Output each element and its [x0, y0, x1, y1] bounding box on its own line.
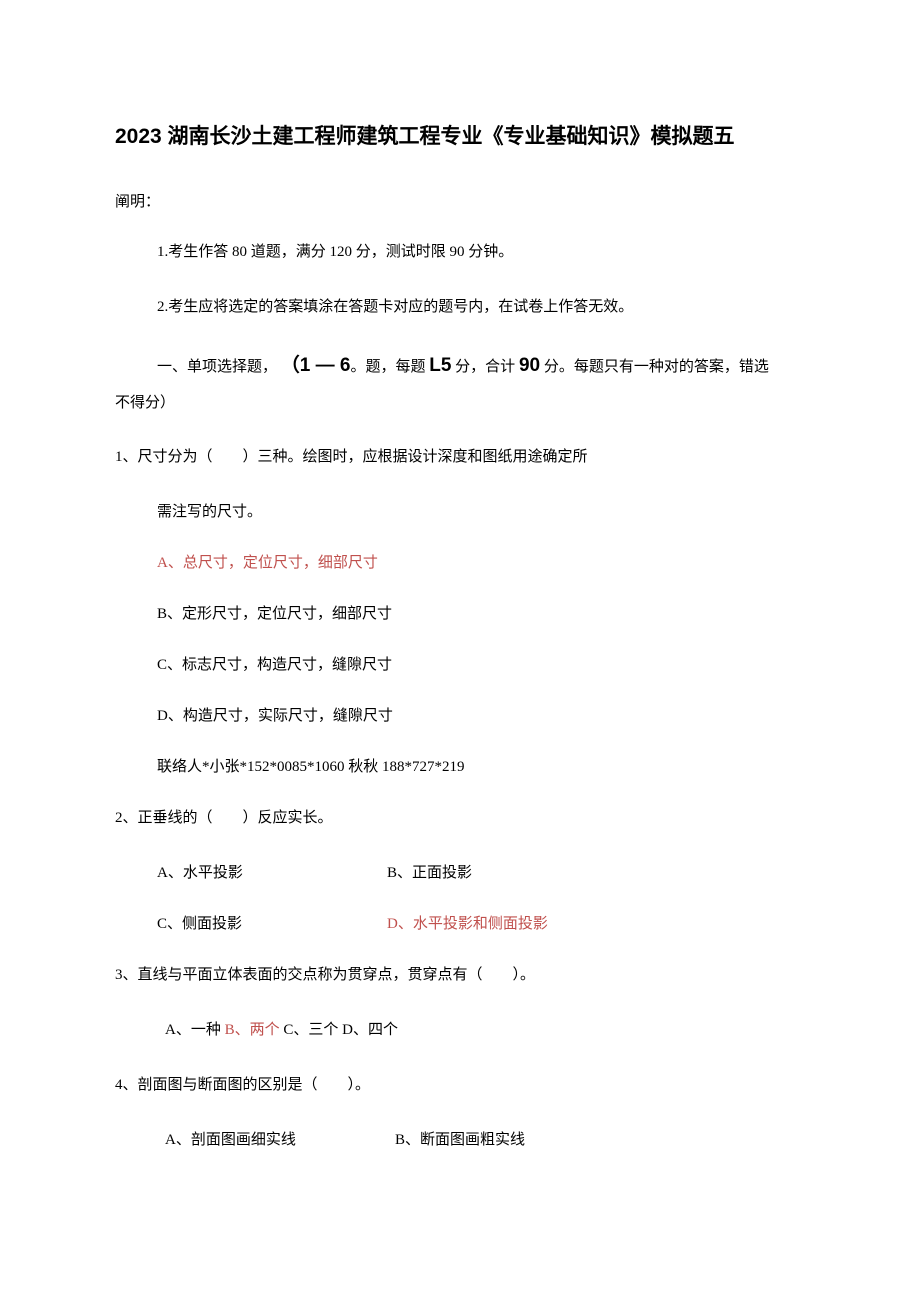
question-3: 3、直线与平面立体表面的交点称为贯穿点，贯穿点有（ ）。: [115, 962, 805, 989]
question-1-sub: 需注写的尺寸。: [115, 499, 805, 526]
section-suffix: 分。每题只有一种对的答案，错选: [540, 359, 769, 375]
section-bold-3: 90: [519, 355, 540, 376]
question-2-option-a: A、水平投影: [157, 860, 387, 887]
question-2-option-d: D、水平投影和侧面投影: [387, 911, 548, 938]
question-1: 1、尺寸分为（ ）三种。绘图时，应根据设计深度和图纸用途确定所: [115, 444, 805, 471]
question-3-option-a: A、一种: [165, 1022, 225, 1038]
instruction-2: 2.考生应将选定的答案填涂在答题卡对应的题号内，在试卷上作答无效。: [115, 294, 805, 321]
section-mid-2: 分，合计: [451, 359, 519, 375]
question-3-options: A、一种 B、两个 C、三个 D、四个: [115, 1017, 805, 1044]
question-1-option-b: B、定形尺寸，定位尺寸，细部尺寸: [115, 601, 805, 628]
no-score-text: 不得分）: [115, 391, 805, 412]
question-3-option-c: C、三个: [283, 1022, 342, 1038]
question-2-option-b: B、正面投影: [387, 860, 472, 887]
section-mid-1: 。题，每题: [350, 359, 429, 375]
question-3-option-b: B、两个: [225, 1022, 284, 1038]
intro-label: 阐明：: [115, 190, 805, 211]
section-prefix: 一、单项选择题，: [157, 359, 281, 375]
question-1-option-d: D、构造尺寸，实际尺寸，缝隙尺寸: [115, 703, 805, 730]
question-3-option-d: D、四个: [342, 1022, 398, 1038]
instruction-1: 1.考生作答 80 道题，满分 120 分，测试时限 90 分钟。: [115, 239, 805, 266]
question-1-option-a: A、总尺寸，定位尺寸，细部尺寸: [115, 550, 805, 577]
question-2-row-1: A、水平投影 B、正面投影: [115, 860, 805, 887]
question-4: 4、剖面图与断面图的区别是（ ）。: [115, 1072, 805, 1099]
section-bold-2: L5: [429, 355, 451, 376]
question-4-option-b: B、断面图画粗实线: [395, 1127, 525, 1154]
question-2-option-c: C、侧面投影: [157, 911, 387, 938]
question-1-option-c: C、标志尺寸，构造尺寸，缝隙尺寸: [115, 652, 805, 679]
section-bold-1: （1 — 6: [281, 355, 351, 376]
question-2: 2、正垂线的（ ）反应实长。: [115, 805, 805, 832]
contact-info: 联络人*小张*152*0085*1060 秋秋 188*727*219: [115, 754, 805, 781]
question-4-option-a: A、剖面图画细实线: [165, 1127, 395, 1154]
question-4-row-1: A、剖面图画细实线 B、断面图画粗实线: [115, 1127, 805, 1154]
section-heading: 一、单项选择题， （1 — 6。题，每题 L5 分，合计 90 分。每题只有一种…: [115, 349, 805, 383]
question-2-row-2: C、侧面投影 D、水平投影和侧面投影: [115, 911, 805, 938]
document-title: 2023 湖南长沙土建工程师建筑工程专业《专业基础知识》模拟题五: [115, 120, 805, 150]
